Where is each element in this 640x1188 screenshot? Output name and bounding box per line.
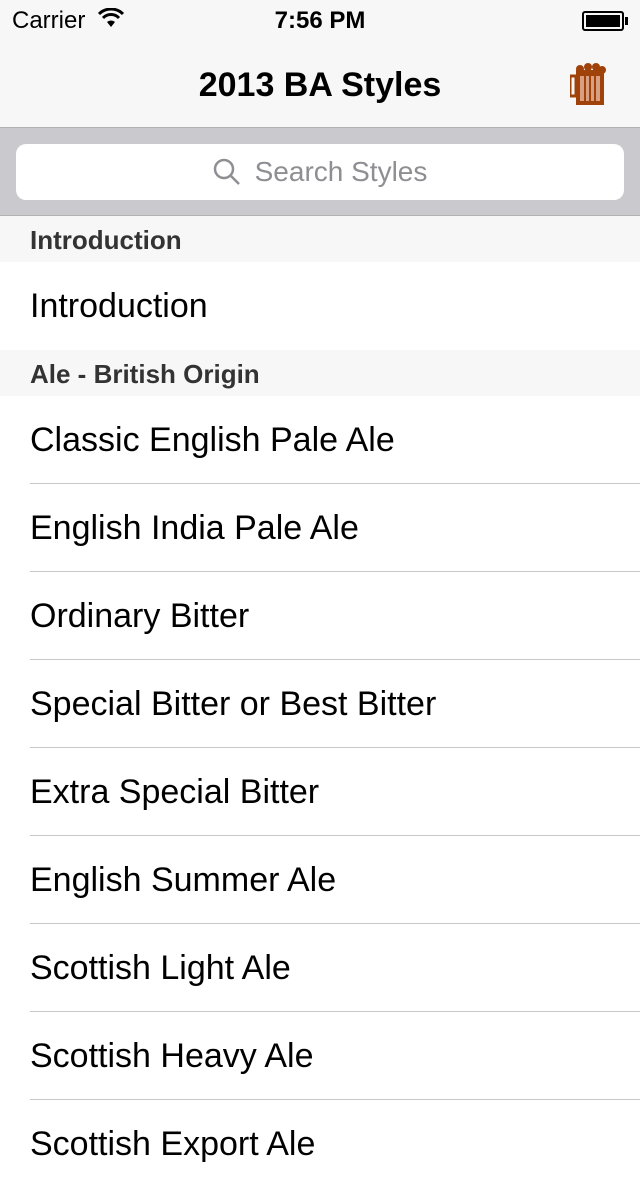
list-item[interactable]: Introduction [0, 262, 640, 350]
list-item[interactable]: English India Pale Ale [0, 484, 640, 572]
section-header: Ale - British Origin [0, 350, 640, 396]
search-icon [213, 158, 240, 185]
battery-icon [582, 11, 628, 31]
page-title: 2013 BA Styles [198, 66, 442, 104]
status-bar: Carrier 7:56 PM [0, 0, 640, 40]
search-bar: Search Styles [0, 128, 640, 216]
list-item[interactable]: English Summer Ale [0, 836, 640, 924]
search-placeholder: Search Styles [254, 156, 428, 187]
list-item[interactable]: Extra Special Bitter [0, 748, 640, 836]
section-header: Introduction [0, 216, 640, 262]
search-input[interactable]: Search Styles [16, 144, 624, 200]
list-item[interactable]: Scottish Heavy Ale [0, 1012, 640, 1100]
list-item[interactable]: Ordinary Bitter [0, 572, 640, 660]
list-item[interactable]: Classic English Pale Ale [0, 396, 640, 484]
list-item[interactable]: Special Bitter or Best Bitter [0, 660, 640, 748]
list-item[interactable]: Scottish Light Ale [0, 924, 640, 1012]
styles-list: Introduction Introduction Ale - British … [0, 216, 640, 1188]
clock: 7:56 PM [274, 7, 366, 34]
navigation-bar: 2013 BA Styles [0, 40, 640, 128]
list-item[interactable]: Scottish Export Ale [0, 1100, 640, 1188]
beer-mug-icon[interactable] [570, 62, 606, 106]
